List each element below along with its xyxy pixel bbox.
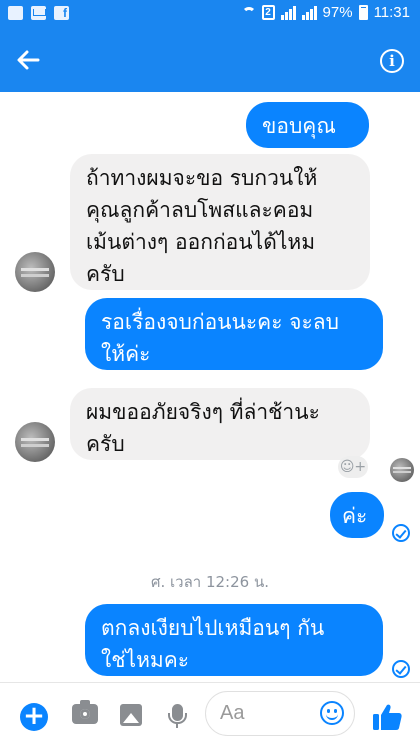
- message-list[interactable]: ขอบคุณค่ะ ถ้าทางผมจะขอ รบกวนให้ คุณลูกค้…: [0, 92, 420, 682]
- message-line: ครับ: [86, 262, 125, 286]
- signal-icon-2: [301, 5, 317, 20]
- conversation-header: i: [0, 28, 420, 92]
- message-line: รอเรื่องจบก่อนนะคะ จะลบ: [101, 310, 339, 334]
- message-line: ครับ: [86, 432, 125, 456]
- message-line: ให้ค่ะ: [101, 342, 151, 366]
- notification-icons: f: [8, 6, 69, 20]
- battery-percent: 97%: [322, 4, 353, 21]
- seen-avatar: [390, 458, 414, 482]
- message-line: ใช่ไหมคะ: [101, 648, 190, 672]
- message-input[interactable]: Aa: [205, 691, 355, 736]
- emoji-icon[interactable]: [320, 701, 344, 725]
- facebook-notification-icon: f: [54, 6, 69, 20]
- clock: 11:31: [373, 4, 410, 21]
- message-bubble-outgoing[interactable]: ค่ะ: [330, 492, 384, 538]
- back-arrow-icon[interactable]: [14, 46, 42, 74]
- avatar[interactable]: [15, 422, 55, 462]
- add-reaction-icon[interactable]: ☺+: [338, 456, 368, 478]
- seen-check-icon: [392, 660, 410, 678]
- sim-icon: 2: [261, 5, 275, 20]
- seen-check-icon: [392, 524, 410, 542]
- message-text: ค่ะ: [342, 504, 368, 528]
- status-bar: f 2 97% 11:31: [0, 0, 420, 28]
- thumbs-up-icon[interactable]: [372, 703, 402, 731]
- message-line: ตกลงเงียบไปเหมือนๆ กัน: [101, 616, 325, 640]
- plus-icon[interactable]: +: [20, 703, 48, 731]
- gallery-icon[interactable]: [120, 704, 142, 726]
- signal-icon: [280, 5, 296, 20]
- camera-icon[interactable]: [72, 700, 98, 724]
- message-line: เม้นต่างๆ ออกก่อนได้ไหม: [86, 230, 316, 254]
- wifi-icon: [241, 6, 256, 19]
- message-bubble-outgoing[interactable]: ตกลงเงียบไปเหมือนๆ กัน ใช่ไหมคะ: [85, 604, 383, 676]
- message-bubble-incoming[interactable]: ถ้าทางผมจะขอ รบกวนให้ คุณลูกค้าลบโพสและค…: [70, 154, 370, 290]
- message-line: ถ้าทางผมจะขอ รบกวนให้: [86, 166, 318, 190]
- message-input-placeholder: Aa: [220, 702, 245, 724]
- message-bubble-outgoing[interactable]: รอเรื่องจบก่อนนะคะ จะลบ ให้ค่ะ: [85, 298, 383, 370]
- timestamp: ศ. เวลา 12:26 น.: [150, 573, 269, 591]
- microphone-icon[interactable]: [168, 704, 187, 728]
- system-indicators: 2 97% 11:31: [241, 4, 410, 21]
- message-line: คุณลูกค้าลบโพสและคอม: [86, 198, 314, 222]
- avatar[interactable]: [15, 252, 55, 292]
- message-line: ผมขออภัยจริงๆ ที่ล่าช้านะ: [86, 400, 320, 424]
- message-bubble-outgoing[interactable]: ขอบคุณค่ะ: [246, 102, 369, 170]
- message-composer: + Aa: [0, 682, 420, 747]
- info-icon[interactable]: i: [380, 49, 404, 73]
- message-bubble-incoming[interactable]: ผมขออภัยจริงๆ ที่ล่าช้านะ ครับ: [70, 388, 370, 460]
- battery-icon: [358, 5, 368, 20]
- image-notification-icon: [8, 6, 23, 20]
- mail-notification-icon: [31, 6, 46, 20]
